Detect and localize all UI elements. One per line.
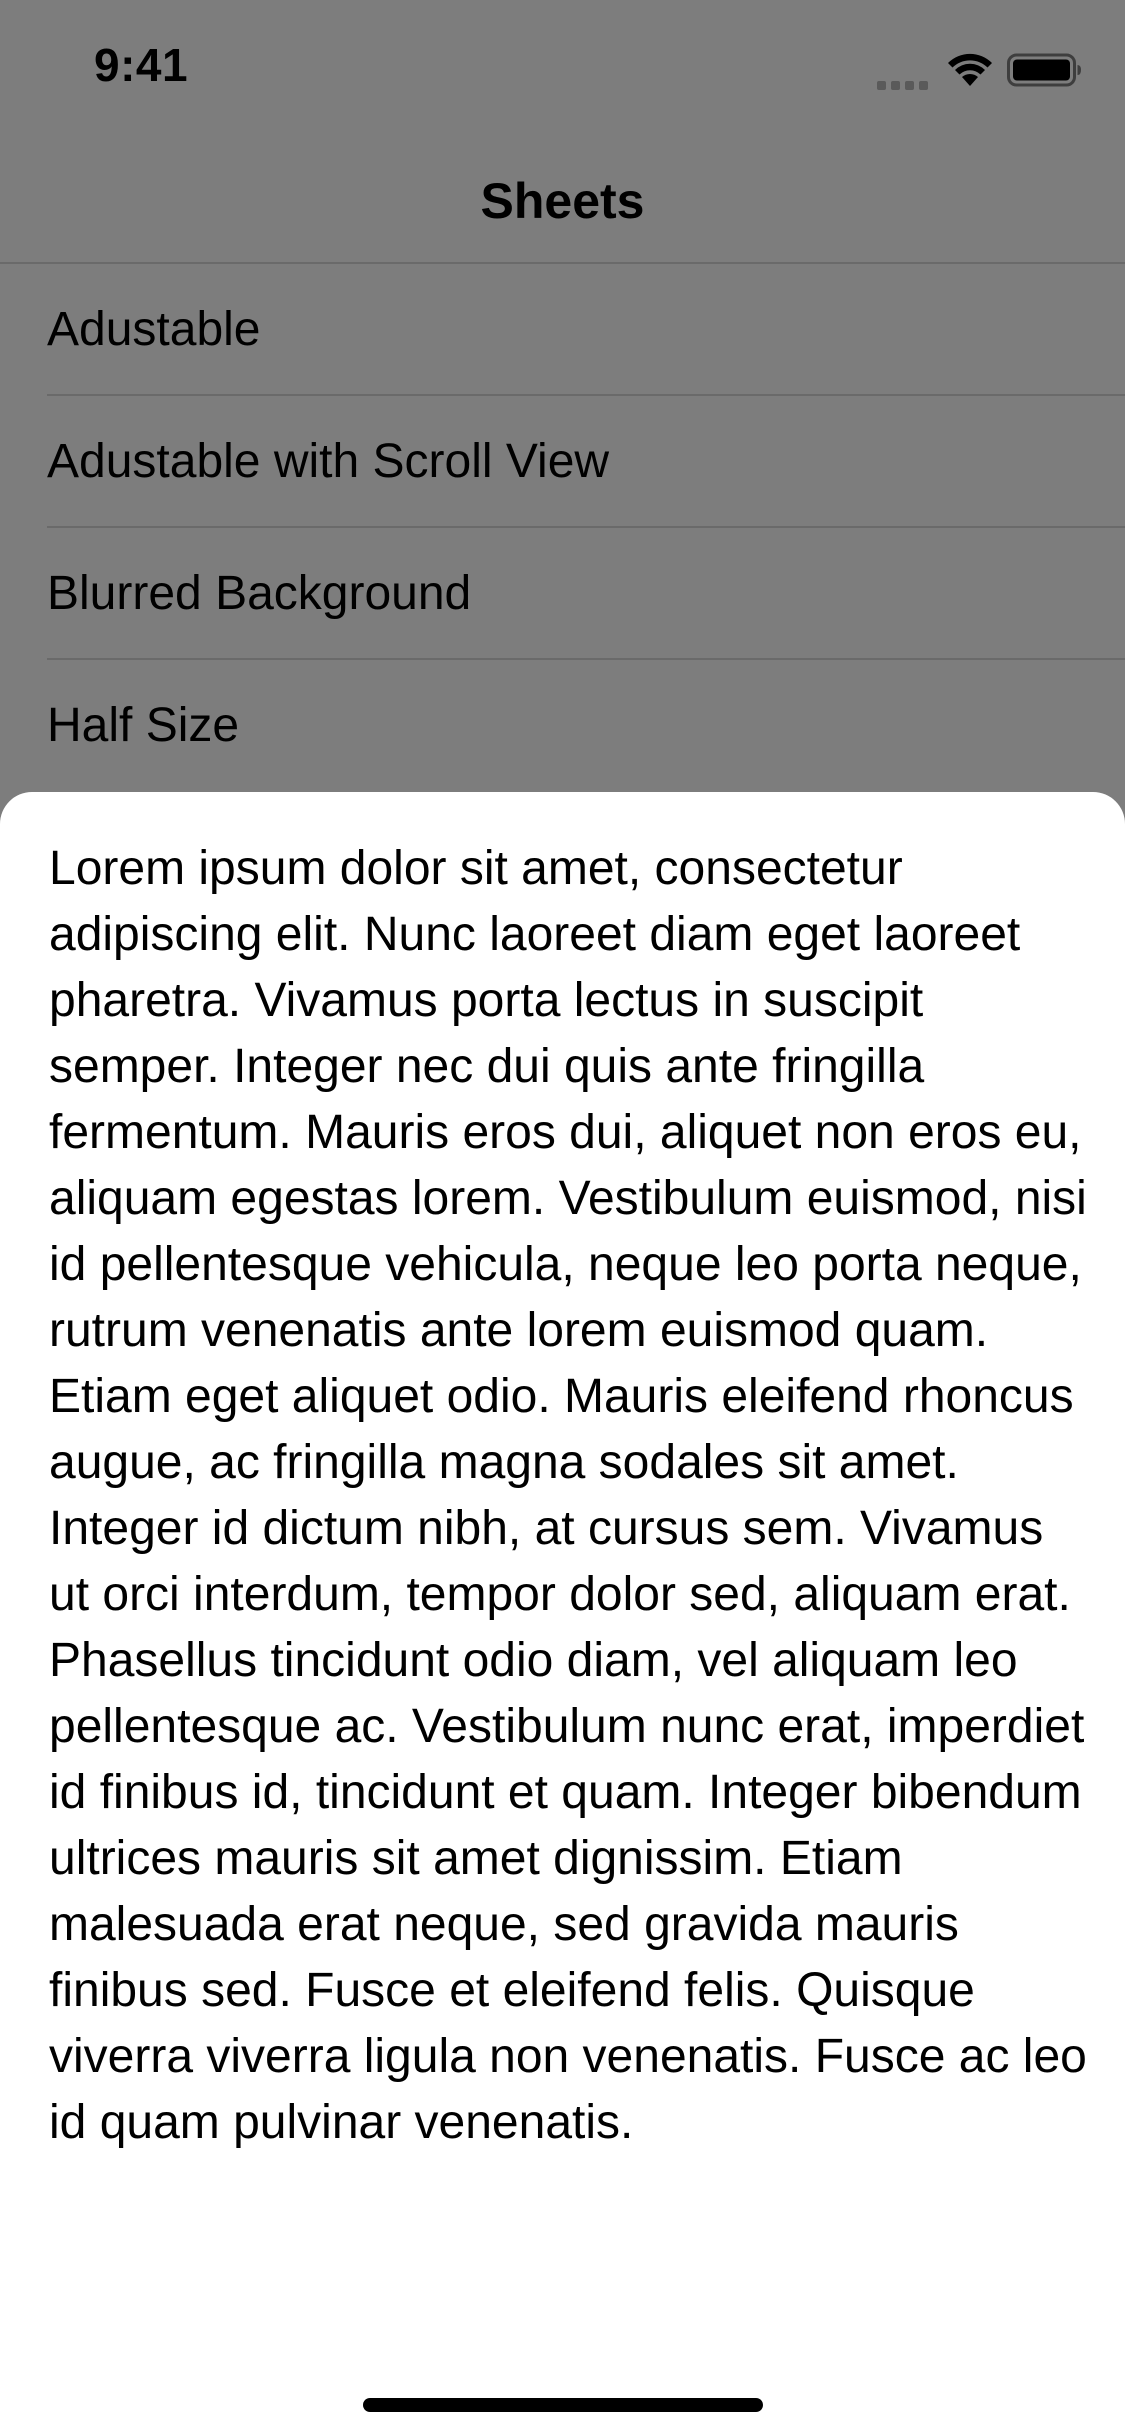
navigation-bar: Sheets (0, 132, 1125, 264)
battery-icon (1007, 52, 1083, 88)
list-item-blurred-background[interactable]: Blurred Background (0, 528, 1125, 660)
list-item-adjustable[interactable]: Adustable (0, 264, 1125, 396)
list-item-half-size[interactable]: Half Size (0, 660, 1125, 792)
list-item-label: Adustable (47, 303, 261, 356)
cellular-signal-icon (877, 50, 933, 90)
list-item-label: Adustable with Scroll View (47, 435, 610, 488)
status-bar: 9:41 (0, 0, 1125, 132)
nav-title: Sheets (480, 173, 645, 229)
home-indicator[interactable] (363, 2398, 763, 2412)
list-item-label: Blurred Background (47, 567, 472, 620)
wifi-icon (947, 52, 993, 88)
list-item-label: Half Size (47, 699, 240, 752)
sheet-options-list: Adustable Adustable with Scroll View Blu… (0, 264, 1125, 792)
status-icons (877, 50, 1083, 90)
list-item-adjustable-scroll-view[interactable]: Adustable with Scroll View (0, 396, 1125, 528)
bottom-sheet[interactable]: Lorem ipsum dolor sit amet, consectetur … (0, 792, 1125, 2436)
sheet-body-text: Lorem ipsum dolor sit amet, consectetur … (49, 842, 1087, 2149)
status-time: 9:41 (94, 39, 189, 91)
